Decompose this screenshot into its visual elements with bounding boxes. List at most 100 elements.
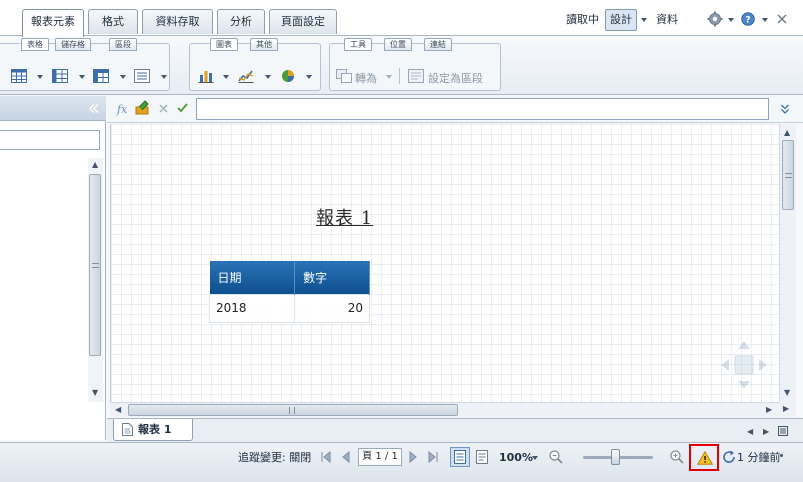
- canvas-horizontal-scrollbar[interactable]: ◀ ▶: [110, 402, 779, 417]
- bar-chart-icon[interactable]: [198, 69, 214, 83]
- zoom-chevron-icon[interactable]: [532, 456, 538, 460]
- report-title[interactable]: 報表 1: [316, 204, 373, 230]
- header-number[interactable]: 數字: [294, 261, 370, 294]
- design-mode-button[interactable]: 設計: [605, 9, 637, 31]
- line-chart-icon[interactable]: [238, 69, 254, 83]
- scroll-up-arrow-icon[interactable]: ▲: [784, 128, 790, 137]
- scroll-right-arrow-icon[interactable]: ▶: [783, 404, 789, 413]
- track-changes-status[interactable]: 追蹤變更: 關閉: [238, 451, 311, 465]
- column-table-chevron-icon[interactable]: [79, 75, 85, 79]
- left-panel-scroll-thumb[interactable]: [89, 174, 101, 356]
- column-table-icon[interactable]: [52, 69, 68, 83]
- vertical-scroll-thumb[interactable]: [782, 140, 794, 210]
- pie-chart-chevron-icon[interactable]: [306, 75, 312, 79]
- form-chevron-icon[interactable]: [161, 75, 167, 79]
- report-canvas[interactable]: 報表 1 日期 數字 2018 20: [110, 124, 779, 402]
- scroll-down-arrow-icon[interactable]: ▼: [92, 388, 98, 397]
- read-mode-label[interactable]: 讀取中: [566, 10, 599, 30]
- zoom-in-icon[interactable]: [669, 449, 685, 465]
- report-table[interactable]: 日期 數字 2018 20: [208, 261, 370, 323]
- scroll-down-arrow-icon[interactable]: ▼: [784, 388, 790, 397]
- scroll-up-arrow-icon[interactable]: ▲: [92, 160, 98, 169]
- help-chevron-icon[interactable]: [762, 18, 768, 22]
- subtab-links[interactable]: 連結: [424, 38, 452, 51]
- cell-number[interactable]: 20: [294, 293, 370, 323]
- scroll-left-arrow-icon[interactable]: ◀: [115, 405, 121, 414]
- cell-date[interactable]: 2018: [208, 293, 296, 323]
- close-icon[interactable]: [777, 14, 787, 24]
- page-navigator-icon[interactable]: [719, 339, 769, 391]
- draft-view-icon[interactable]: [474, 449, 490, 465]
- tab-data-access[interactable]: 資料存取: [142, 9, 213, 34]
- data-mode-label[interactable]: 資料: [656, 10, 678, 30]
- tab-label: 資料存取: [155, 15, 200, 28]
- convert-chevron-icon[interactable]: [386, 75, 392, 79]
- grip-icon: [785, 173, 792, 178]
- settings-chevron-icon[interactable]: [728, 18, 734, 22]
- subtab-tools[interactable]: 工具: [344, 38, 372, 51]
- sheet-prev-arrow-icon[interactable]: ◀: [747, 427, 753, 436]
- crosstab-chevron-icon[interactable]: [120, 75, 126, 79]
- tab-format[interactable]: 格式: [88, 9, 138, 34]
- header-date[interactable]: 日期: [209, 261, 296, 294]
- ribbon-separator: [399, 68, 400, 84]
- subtab-cell[interactable]: 儲存格: [55, 38, 91, 51]
- fx-icon[interactable]: fx: [116, 102, 132, 116]
- subtab-other[interactable]: 其他: [250, 38, 278, 51]
- scroll-corner: ▶: [779, 402, 796, 417]
- ribbon-toolbar: 表格 儲存格 區段 圖表 其他 工具 位置 連結 轉為 設定為區段: [0, 37, 803, 95]
- left-panel-scrollbar[interactable]: ▲ ▼: [88, 158, 103, 402]
- pie-chart-icon[interactable]: [280, 69, 296, 83]
- expand-formula-icon[interactable]: [781, 104, 789, 114]
- scroll-right-arrow-icon[interactable]: ▶: [766, 405, 772, 414]
- settings-gear-icon[interactable]: [707, 11, 723, 27]
- refresh-icon[interactable]: [721, 449, 737, 465]
- sheet-tab-report1[interactable]: 報表 1: [113, 419, 193, 441]
- next-page-icon[interactable]: [405, 449, 421, 465]
- canvas-vertical-scrollbar[interactable]: ▲ ▼: [779, 124, 796, 402]
- status-bar: 追蹤變更: 關閉 頁 1 / 1 100% 1 分鐘前: [0, 442, 803, 482]
- subtab-table[interactable]: 表格: [21, 38, 49, 51]
- formula-input[interactable]: [196, 98, 769, 120]
- crosstab-icon[interactable]: [93, 69, 109, 83]
- zoom-level[interactable]: 100%: [499, 451, 533, 465]
- subtab-position[interactable]: 位置: [384, 38, 412, 51]
- cancel-icon[interactable]: [159, 104, 168, 113]
- set-section-label[interactable]: 設定為區段: [428, 70, 483, 86]
- status-options-dot-icon[interactable]: [780, 454, 783, 457]
- first-page-icon[interactable]: [318, 449, 334, 465]
- page-indicator[interactable]: 頁 1 / 1: [358, 448, 402, 466]
- warning-icon[interactable]: [697, 451, 713, 465]
- last-page-icon[interactable]: [425, 449, 441, 465]
- confirm-icon[interactable]: [177, 103, 188, 113]
- collapse-panel-icon[interactable]: [89, 104, 99, 113]
- tab-analysis[interactable]: 分析: [217, 9, 265, 34]
- convert-icon[interactable]: [336, 69, 352, 83]
- zoom-slider-thumb[interactable]: [611, 449, 620, 465]
- tab-report-elements[interactable]: 報表元素: [22, 9, 84, 37]
- line-chart-chevron-icon[interactable]: [265, 75, 271, 79]
- tab-page-setup[interactable]: 頁面設定: [269, 9, 337, 34]
- convert-label[interactable]: 轉為: [355, 70, 377, 86]
- left-side-panel: ▲ ▼: [0, 96, 106, 440]
- zoom-out-icon[interactable]: [548, 449, 564, 465]
- bar-chart-chevron-icon[interactable]: [223, 75, 229, 79]
- left-panel-search-input[interactable]: [0, 130, 100, 150]
- warning-highlight-box[interactable]: [689, 444, 719, 471]
- subtab-chart[interactable]: 圖表: [210, 38, 238, 51]
- ribbon-group-tools: 工具 位置 連結 轉為 設定為區段: [329, 38, 501, 91]
- horizontal-scroll-thumb[interactable]: [128, 404, 458, 416]
- chevron-down-icon[interactable]: [641, 18, 647, 22]
- help-icon[interactable]: ?: [741, 12, 755, 26]
- formula-edit-icon[interactable]: [135, 99, 151, 115]
- sheet-list-icon[interactable]: [778, 426, 788, 436]
- page-view-icon[interactable]: [450, 447, 470, 467]
- form-icon[interactable]: [134, 69, 150, 83]
- tab-label: 頁面設定: [281, 15, 325, 28]
- table-chevron-icon[interactable]: [37, 75, 43, 79]
- table-icon[interactable]: [11, 69, 27, 83]
- previous-page-icon[interactable]: [338, 449, 354, 465]
- set-section-icon[interactable]: [408, 69, 424, 83]
- sheet-next-arrow-icon[interactable]: ▶: [763, 427, 769, 436]
- subtab-section[interactable]: 區段: [109, 38, 137, 51]
